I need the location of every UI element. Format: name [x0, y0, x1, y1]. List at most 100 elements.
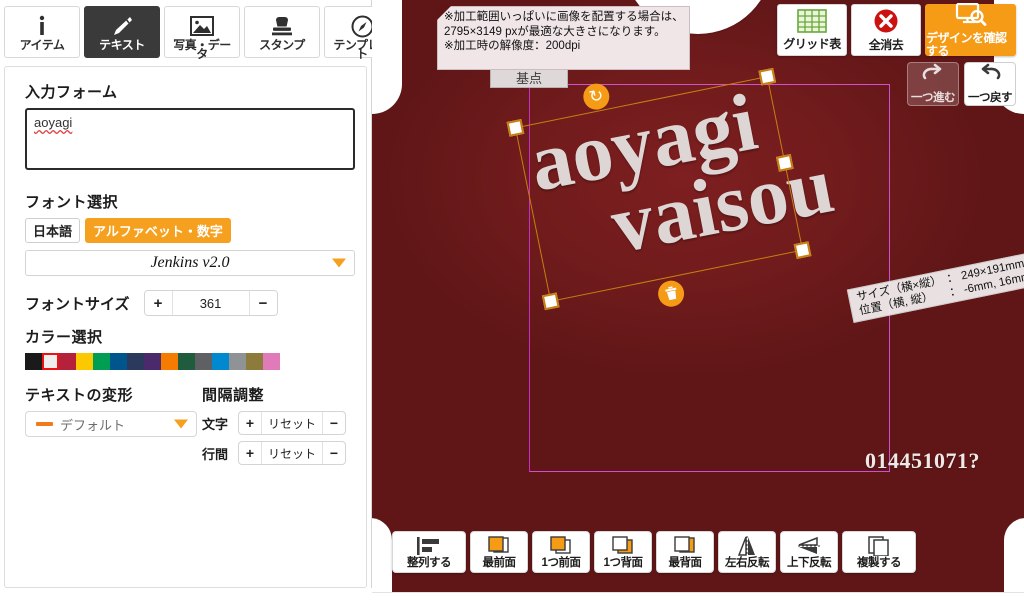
- color-swatch[interactable]: [93, 353, 110, 370]
- top-toolbar: グリッド表 全消去 デザインを確認する: [777, 2, 1016, 58]
- photo-icon: [190, 14, 214, 38]
- flip-horizontal-icon: [735, 535, 759, 556]
- flip-vertical-label: 上下反転: [787, 556, 832, 569]
- color-swatch[interactable]: [76, 353, 93, 370]
- bring-to-front-button[interactable]: 最前面: [470, 531, 528, 573]
- duplicate-button[interactable]: 複製する: [842, 531, 916, 573]
- grid-display-label: グリッド表: [783, 37, 841, 51]
- color-swatch[interactable]: [25, 353, 42, 370]
- resize-handle-top-right[interactable]: [758, 67, 777, 86]
- tab-text[interactable]: テキスト: [84, 6, 160, 58]
- send-to-back-button[interactable]: 最背面: [656, 531, 714, 573]
- chevron-down-icon: [332, 258, 346, 268]
- color-swatch[interactable]: [263, 353, 280, 370]
- color-swatch[interactable]: [59, 353, 76, 370]
- bring-forward-label: 1つ前面: [541, 556, 581, 569]
- char-spacing-row: 文字 + リセット −: [202, 411, 346, 435]
- delete-all-button[interactable]: 全消去: [851, 4, 921, 56]
- line-spacing-increase-button[interactable]: +: [239, 442, 261, 464]
- char-spacing-increase-button[interactable]: +: [239, 412, 261, 434]
- color-swatch[interactable]: [178, 353, 195, 370]
- bring-to-front-icon: [488, 535, 510, 556]
- flip-vertical-button[interactable]: 上下反転: [780, 531, 838, 573]
- char-spacing-reset-button[interactable]: リセット: [261, 412, 323, 434]
- font-size-decrease-button[interactable]: −: [249, 291, 277, 315]
- object-toolbar: 整列する 最前面 1つ前面 1つ背面 最背面 左右反転 上下反転 複製する: [392, 531, 916, 573]
- tab-item[interactable]: アイテム: [4, 6, 80, 58]
- preview-design-label: デザインを確認する: [926, 30, 1007, 58]
- color-swatch-list: [25, 353, 346, 370]
- send-to-back-icon: [674, 535, 696, 556]
- line-spacing-decrease-button[interactable]: −: [323, 442, 345, 464]
- color-swatch[interactable]: [110, 353, 127, 370]
- align-button[interactable]: 整列する: [392, 531, 466, 573]
- color-swatch[interactable]: [42, 353, 59, 370]
- line-spacing-row: 行間 + リセット −: [202, 441, 346, 465]
- input-form-label: 入力フォーム: [25, 84, 118, 101]
- shirt-shoulder-left: [372, 0, 402, 114]
- undo-button[interactable]: 一つ戻す: [964, 62, 1016, 106]
- resize-handle-top-left[interactable]: [506, 119, 525, 137]
- resize-handle-bottom-right[interactable]: [793, 241, 812, 259]
- design-editor-app: アイテム テキスト 写真・デー タ スタンプ テンプレー ト 入力フォーム ao…: [0, 0, 1024, 610]
- color-swatch[interactable]: [161, 353, 178, 370]
- tab-stamp[interactable]: スタンプ: [244, 6, 320, 58]
- flip-vertical-icon: [797, 536, 821, 556]
- spacing-label: 間隔調整: [202, 387, 265, 404]
- design-number-label: 014451071?: [865, 448, 980, 473]
- tab-label: スタンプ: [259, 38, 305, 52]
- redo-button[interactable]: 一つ進む: [907, 62, 959, 106]
- line-spacing-reset-button[interactable]: リセット: [261, 442, 323, 464]
- preview-design-button[interactable]: デザインを確認する: [925, 2, 1016, 58]
- font-language-toggle: 日本語 アルファベット・数字: [25, 218, 346, 243]
- preview-icon: [955, 2, 987, 32]
- notice-corner-accent: [437, 6, 451, 20]
- resize-handle-middle-right[interactable]: [775, 154, 794, 172]
- align-label: 整列する: [407, 556, 452, 569]
- color-swatch[interactable]: [144, 353, 161, 370]
- text-form-panel: 入力フォーム フォント選択 日本語 アルファベット・数字 Jenkins v2.…: [4, 66, 367, 588]
- straight-line-icon: [36, 422, 53, 426]
- color-swatch[interactable]: [246, 353, 263, 370]
- bring-to-front-label: 最前面: [482, 556, 517, 569]
- char-spacing-label: 文字: [202, 416, 229, 432]
- char-spacing-control: + リセット −: [238, 411, 346, 435]
- char-spacing-decrease-button[interactable]: −: [323, 412, 345, 434]
- bring-forward-button[interactable]: 1つ前面: [532, 531, 590, 573]
- resize-handle-bottom-left[interactable]: [541, 292, 560, 311]
- font-select-label: フォント選択: [25, 194, 119, 211]
- color-swatch[interactable]: [127, 353, 144, 370]
- color-swatch[interactable]: [212, 353, 229, 370]
- grid-icon: [797, 9, 827, 38]
- chevron-down-icon: [174, 419, 188, 429]
- color-swatch[interactable]: [229, 353, 246, 370]
- text-transform-select[interactable]: デフォルト: [25, 411, 197, 437]
- undo-icon: [978, 63, 1002, 88]
- text-input[interactable]: [25, 108, 355, 170]
- send-backward-button[interactable]: 1つ背面: [594, 531, 652, 573]
- grid-display-button[interactable]: グリッド表: [777, 4, 847, 56]
- tab-bar: アイテム テキスト 写真・デー タ スタンプ テンプレー ト: [0, 0, 400, 61]
- font-size-increase-button[interactable]: +: [144, 291, 172, 315]
- text-transform-label: テキストの変形: [25, 387, 134, 404]
- bring-forward-icon: [550, 535, 572, 556]
- lang-japanese-button[interactable]: 日本語: [25, 218, 81, 243]
- left-panel-footer: [0, 588, 372, 610]
- redo-label: 一つ進む: [911, 92, 956, 104]
- notice-text: ※加工範囲いっぱいに画像を配置する場合は、 2795×3149 pxが最適な大き…: [444, 11, 684, 53]
- delete-all-label: 全消去: [868, 38, 904, 52]
- color-swatch[interactable]: [195, 353, 212, 370]
- delete-all-icon: [873, 8, 899, 39]
- text-transform-value: デフォルト: [60, 417, 126, 433]
- redo-icon: [921, 63, 945, 88]
- line-spacing-label: 行間: [202, 446, 229, 462]
- send-to-back-label: 最背面: [668, 556, 703, 569]
- flip-horizontal-button[interactable]: 左右反転: [718, 531, 776, 573]
- tab-photo-data[interactable]: 写真・デー タ: [164, 6, 240, 61]
- duplicate-label: 複製する: [857, 556, 902, 569]
- font-size-value[interactable]: 361: [171, 291, 250, 315]
- resolution-notice: ※加工範囲いっぱいに画像を配置する場合は、 2795×3149 pxが最適な大き…: [437, 6, 690, 70]
- lang-alphabet-button[interactable]: アルファベット・数字: [85, 218, 231, 243]
- canvas-area[interactable]: 基点 aoyagi vaisou ↻ サイズ（横×縦） ： 249×191mm: [372, 0, 1024, 610]
- font-family-select[interactable]: Jenkins v2.0: [25, 250, 355, 276]
